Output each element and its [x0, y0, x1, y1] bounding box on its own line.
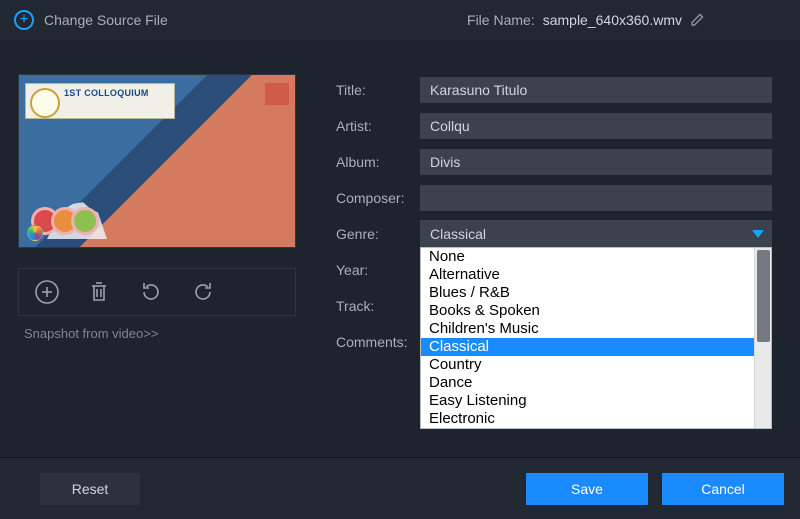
track-label: Track: — [336, 298, 420, 314]
genre-option-classical[interactable]: Classical — [421, 338, 754, 356]
thumbnail-banner: 1ST COLLOQUIUM — [25, 83, 175, 119]
genre-option-childrens-music[interactable]: Children's Music — [421, 320, 754, 338]
snapshot-from-video-link[interactable]: Snapshot from video>> — [18, 326, 308, 341]
thumbnail-toolbar — [18, 268, 296, 316]
genre-option-none[interactable]: None — [421, 248, 754, 266]
dropdown-scrollbar[interactable] — [754, 248, 771, 428]
thumbnail-banner-text: 1ST COLLOQUIUM — [64, 88, 149, 98]
genre-option-dance[interactable]: Dance — [421, 374, 754, 392]
gear-icon — [71, 207, 99, 235]
genre-option-blues-rnb[interactable]: Blues / R&B — [421, 284, 754, 302]
change-source-button[interactable]: + Change Source File — [14, 10, 168, 30]
change-source-label: Change Source File — [44, 12, 168, 28]
filename-label: File Name: — [467, 12, 535, 28]
genre-option-electronic[interactable]: Electronic — [421, 410, 754, 428]
title-label: Title: — [336, 82, 420, 98]
filename-value: sample_640x360.wmv — [543, 12, 682, 28]
composer-input[interactable] — [420, 185, 772, 211]
rotate-ccw-button[interactable] — [137, 278, 165, 306]
left-column: 1ST COLLOQUIUM Sna — [18, 74, 308, 362]
add-button[interactable] — [33, 278, 61, 306]
reset-button[interactable]: Reset — [40, 473, 140, 505]
cancel-button[interactable]: Cancel — [662, 473, 784, 505]
genre-option-alternative[interactable]: Alternative — [421, 266, 754, 284]
thumbnail-corner-shape — [265, 83, 289, 105]
video-thumbnail[interactable]: 1ST COLLOQUIUM — [18, 74, 296, 248]
dropdown-scrollbar-thumb[interactable] — [757, 250, 770, 342]
genre-selected-value: Classical — [430, 226, 486, 242]
footer-bar: Reset Save Cancel — [0, 457, 800, 519]
rotate-cw-button[interactable] — [189, 278, 217, 306]
genre-dropdown: None Alternative Blues / R&B Books & Spo… — [420, 247, 772, 429]
genre-select[interactable]: Classical — [420, 220, 772, 248]
filename-display: File Name: sample_640x360.wmv — [467, 11, 706, 30]
album-label: Album: — [336, 154, 420, 170]
thumbnail-disc-icon — [27, 225, 43, 241]
genre-label: Genre: — [336, 226, 420, 242]
pencil-icon[interactable] — [690, 11, 706, 30]
comments-label: Comments: — [336, 334, 420, 350]
delete-button[interactable] — [85, 278, 113, 306]
genre-option-easy-listening[interactable]: Easy Listening — [421, 392, 754, 410]
metadata-form: Title: Artist: Album: Composer: Genre: C… — [336, 74, 772, 362]
year-label: Year: — [336, 262, 420, 278]
genre-dropdown-list: None Alternative Blues / R&B Books & Spo… — [421, 248, 754, 428]
genre-option-books-spoken[interactable]: Books & Spoken — [421, 302, 754, 320]
artist-input[interactable] — [420, 113, 772, 139]
top-bar: + Change Source File File Name: sample_6… — [0, 0, 800, 40]
album-input[interactable] — [420, 149, 772, 175]
plus-circle-icon: + — [14, 10, 34, 30]
main-area: 1ST COLLOQUIUM Sna — [0, 40, 800, 370]
chevron-down-icon — [752, 230, 764, 238]
title-input[interactable] — [420, 77, 772, 103]
save-button[interactable]: Save — [526, 473, 648, 505]
artist-label: Artist: — [336, 118, 420, 134]
genre-option-country[interactable]: Country — [421, 356, 754, 374]
composer-label: Composer: — [336, 190, 420, 206]
